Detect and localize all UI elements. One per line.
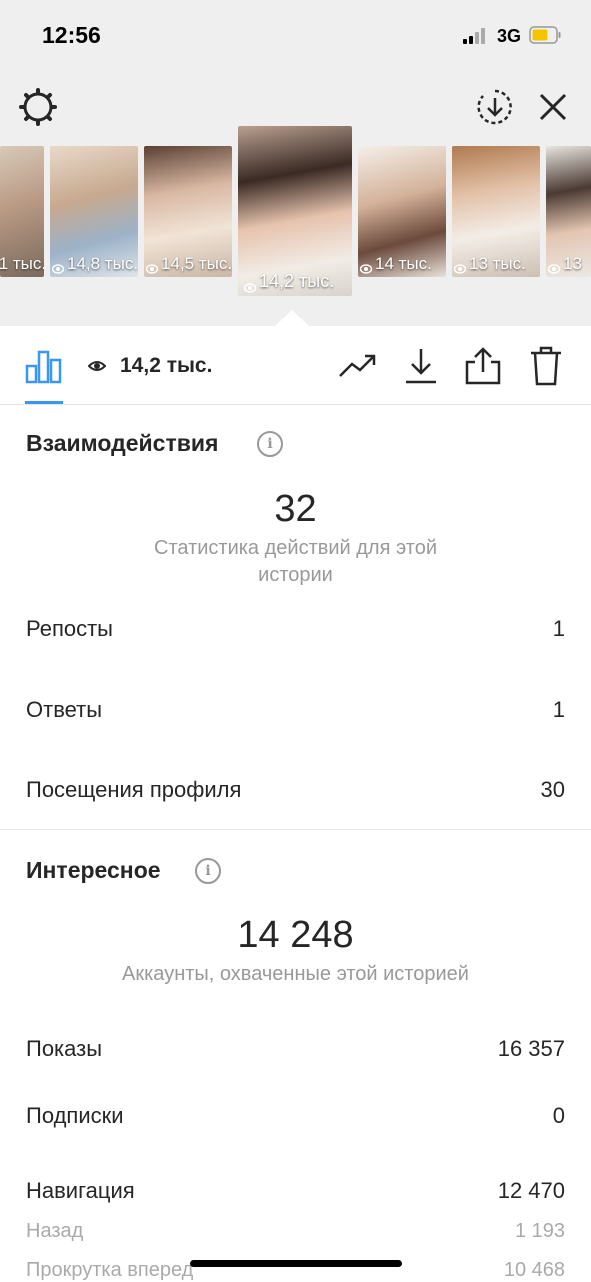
stat-value: 1 193 [514,1220,565,1242]
trend-icon[interactable] [338,350,378,382]
selection-pointer [274,310,310,327]
stat-label: Подписки [26,1103,124,1128]
network-type: 3G [497,26,522,46]
stat-value: 0 [552,1103,565,1128]
stat-label: Показы [26,1036,103,1061]
download-icon[interactable] [404,346,438,386]
stat-value: 12 470 [497,1178,565,1203]
eye-icon [51,259,65,274]
eye-icon [87,359,107,373]
share-icon[interactable] [465,346,501,386]
story-views: 14,5 тыс. [161,254,232,273]
story-thumbnail-selected[interactable]: 14,2 тыс. [238,126,352,296]
stat-row: Посещения профиля 30 [26,777,565,803]
tab-active-indicator [25,401,63,404]
discovery-title: Интересное [26,857,161,883]
stat-subrow: Назад 1 193 [26,1220,565,1243]
stat-label: Посещения профиля [26,777,242,802]
story-thumbnail[interactable]: ,1 тыс. [0,146,44,277]
story-actions-bar: 14,2 тыс. [0,326,591,405]
stat-label: Ответы [26,697,103,722]
interactions-caption: Статистика действий для этой истории [154,537,437,586]
stat-row: Навигация 12 470 [26,1178,565,1204]
status-bar: 12:56 3G [0,0,591,70]
section-divider [0,829,591,830]
story-views: 14,2 тыс. [259,271,335,291]
info-icon[interactable]: i [195,858,221,884]
status-time: 12:56 [42,22,101,48]
story-thumbnail[interactable]: 14,8 тыс. [50,146,138,277]
eye-icon [145,259,159,274]
story-thumbnail[interactable]: 14 тыс. [358,146,446,277]
story-thumbnail[interactable]: 14,5 тыс. [144,146,232,277]
story-views: 14 тыс. [375,254,432,273]
battery-icon [529,26,561,44]
stat-row: Показы 16 357 [26,1036,565,1062]
home-indicator[interactable] [190,1260,402,1267]
interactions-total: 32 [274,488,317,530]
eye-icon [243,277,257,293]
discovery-total: 14 248 [237,914,354,956]
story-views: 14,8 тыс. [67,254,138,273]
story-views: 13 тыс. [469,254,526,273]
stat-row: Ответы 1 [26,697,565,723]
stat-label: Репосты [26,616,113,641]
stat-row: Репосты 1 [26,616,565,642]
stat-value: 10 468 [503,1259,565,1281]
gear-icon[interactable] [17,86,59,128]
stat-label: Назад [26,1220,84,1242]
eye-icon [547,259,561,274]
stat-label: Прокрутка вперед [26,1259,194,1281]
story-thumbnail[interactable]: 13 тыс. [452,146,540,277]
eye-icon [359,259,373,274]
info-icon[interactable]: i [257,431,283,457]
bar-chart-icon[interactable] [25,348,63,384]
stat-label: Навигация [26,1178,135,1203]
views-count: 14,2 тыс. [120,354,213,377]
story-views: ,1 тыс. [0,254,44,273]
signal-icon [463,28,493,44]
discovery-caption: Аккаунты, охваченные этой историей [122,963,469,985]
interactions-title: Взаимодействия [26,430,219,456]
trash-icon[interactable] [529,345,563,387]
stat-row: Подписки 0 [26,1103,565,1129]
story-views: 13 [563,254,582,273]
stat-value: 16 357 [497,1036,565,1061]
story-thumbnail[interactable]: 13 [546,146,591,277]
stat-value: 1 [552,697,565,722]
eye-icon [453,259,467,274]
stat-value: 30 [540,777,565,802]
close-icon[interactable] [534,88,572,126]
stat-value: 1 [552,616,565,641]
download-circle-icon[interactable] [475,87,515,127]
